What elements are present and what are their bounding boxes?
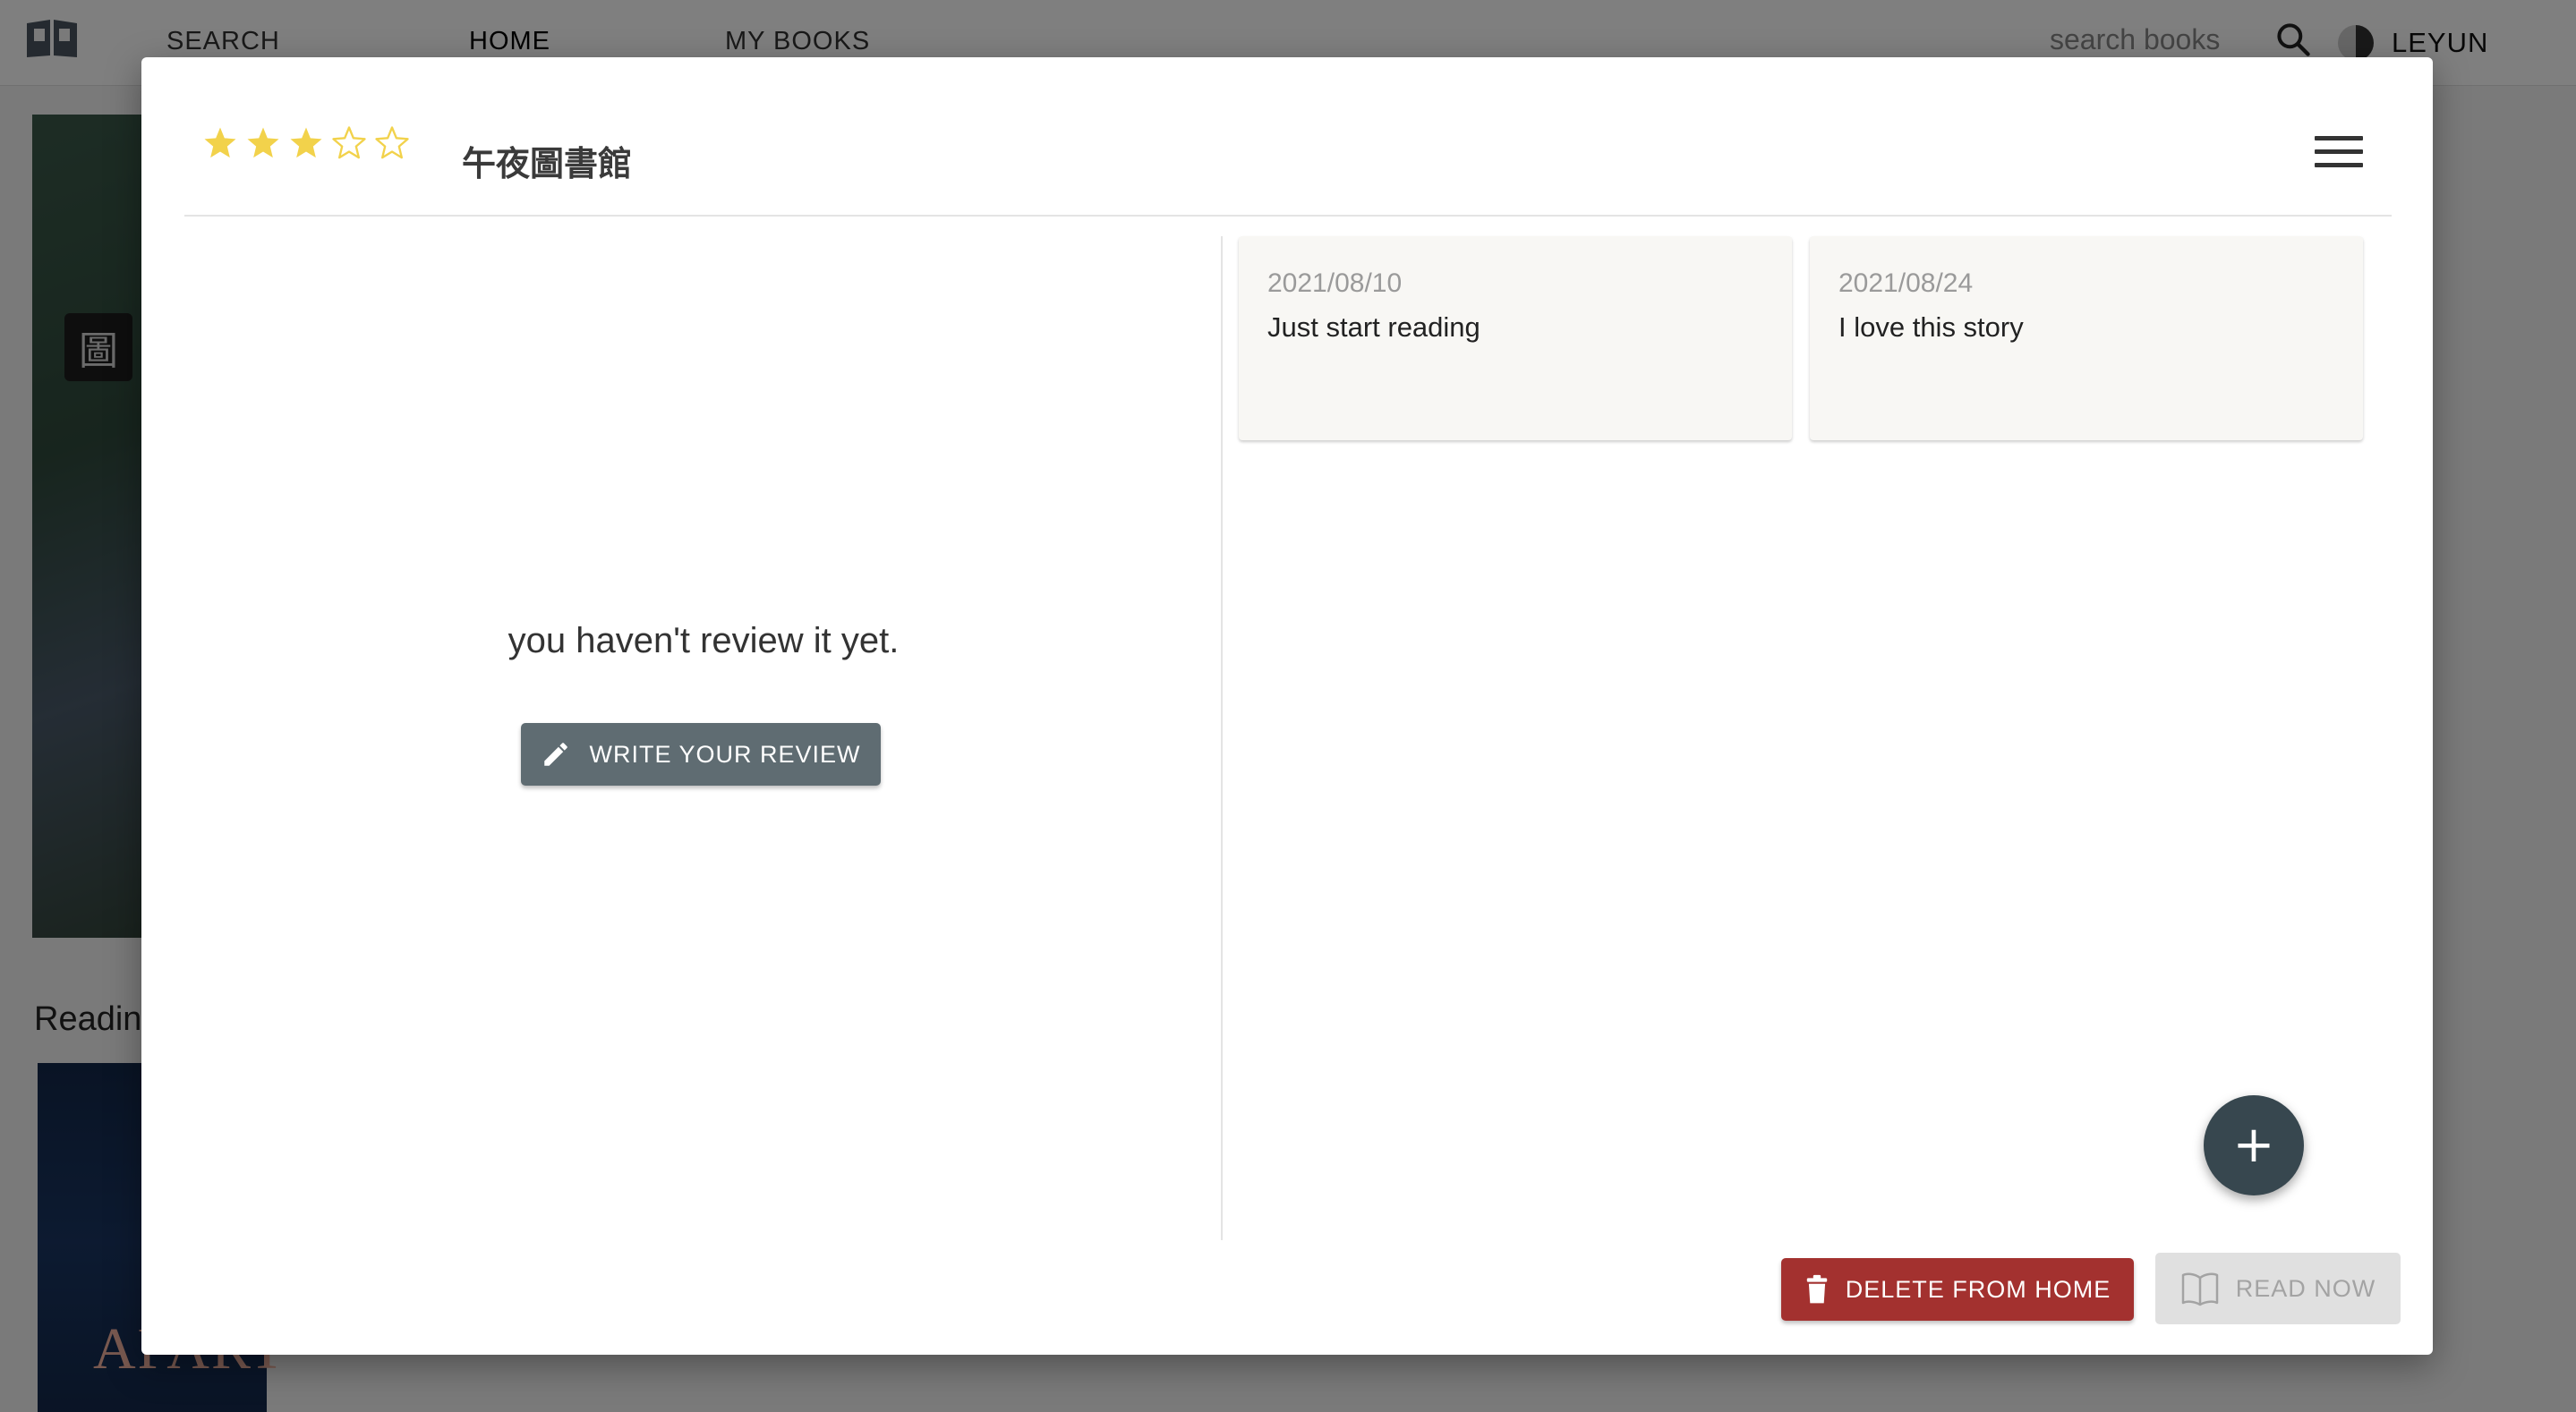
add-note-button[interactable]: + xyxy=(2204,1095,2304,1195)
read-now-label: READ NOW xyxy=(2235,1274,2376,1302)
star-rating[interactable] xyxy=(202,125,410,161)
note-card[interactable]: 2021/08/10 Just start reading xyxy=(1239,236,1792,440)
notes-section: 2021/08/10 Just start reading 2021/08/24… xyxy=(1239,236,2393,1240)
note-date: 2021/08/10 xyxy=(1267,268,1403,298)
star-empty-icon[interactable] xyxy=(374,125,410,161)
write-review-button[interactable]: WRITE YOUR REVIEW xyxy=(521,723,881,786)
pencil-icon xyxy=(544,743,568,766)
book-detail-modal: 午夜圖書館 you haven't review it yet. WRITE Y… xyxy=(141,57,2433,1355)
note-text: Just start reading xyxy=(1267,311,1480,343)
note-text: I love this story xyxy=(1838,311,2024,343)
star-empty-icon[interactable] xyxy=(331,125,367,161)
review-section: you haven't review it yet. WRITE YOUR RE… xyxy=(184,236,1223,1240)
trash-icon xyxy=(1806,1274,1827,1304)
note-card[interactable]: 2021/08/24 I love this story xyxy=(1810,236,2363,440)
delete-label: DELETE FROM HOME xyxy=(1845,1275,2111,1303)
read-now-button[interactable]: READ NOW xyxy=(2155,1253,2401,1324)
star-filled-icon[interactable] xyxy=(245,125,281,161)
note-date: 2021/08/24 xyxy=(1838,268,1974,298)
open-book-icon xyxy=(2181,1272,2218,1306)
delete-from-home-button[interactable]: DELETE FROM HOME xyxy=(1781,1258,2134,1321)
modal-header: 午夜圖書館 xyxy=(184,57,2392,217)
menu-icon[interactable] xyxy=(2315,136,2363,172)
star-filled-icon[interactable] xyxy=(202,125,238,161)
review-empty-message: you haven't review it yet. xyxy=(508,621,900,660)
star-filled-icon[interactable] xyxy=(288,125,324,161)
book-title: 午夜圖書館 xyxy=(462,144,633,183)
write-review-label: WRITE YOUR REVIEW xyxy=(589,740,861,768)
